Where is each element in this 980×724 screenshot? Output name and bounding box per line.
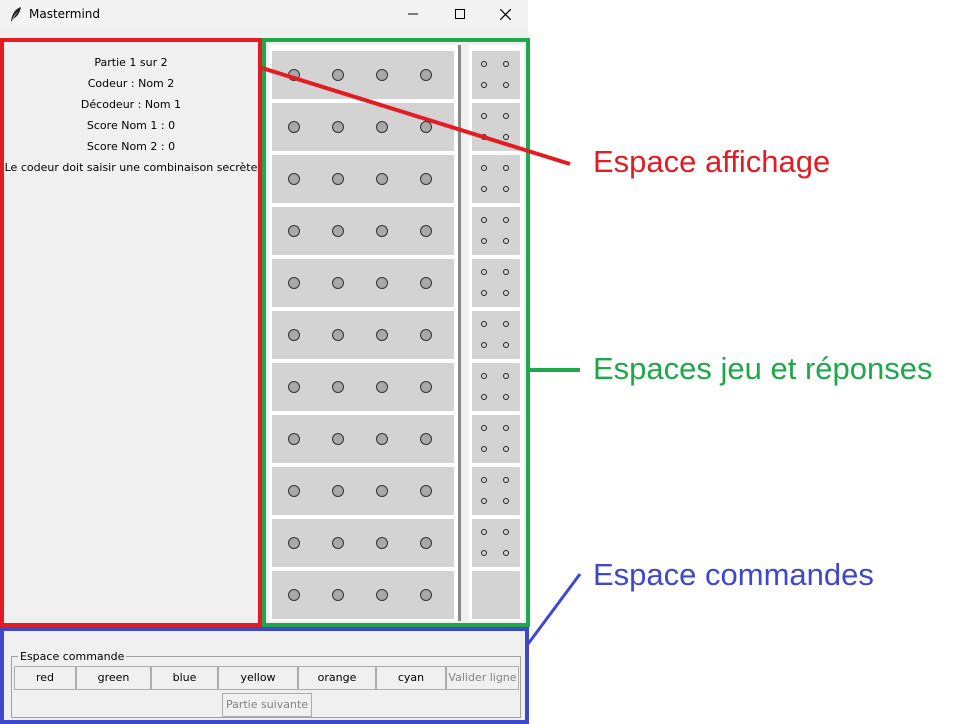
commandes-pointer-line (526, 573, 582, 645)
annotation-espaces-jeu: Espaces jeu et réponses (593, 351, 933, 386)
affichage-pointer-line (261, 66, 571, 166)
annotation-espace-affichage: Espace affichage (593, 144, 831, 179)
annotation-espace-commandes: Espace commandes (593, 557, 874, 592)
